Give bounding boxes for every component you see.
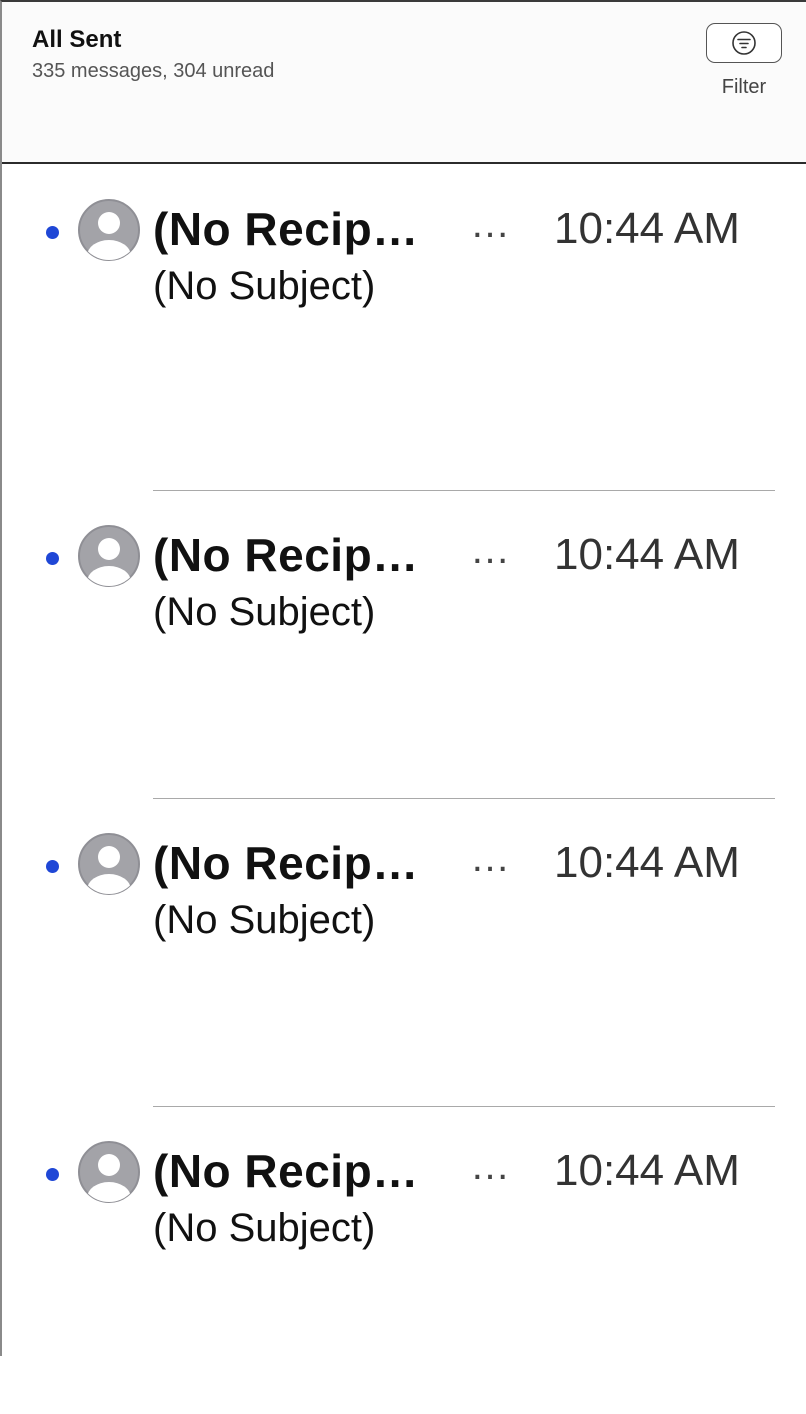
row-divider — [153, 490, 775, 491]
filter-icon — [732, 31, 756, 55]
message-time: 10:44 AM — [554, 204, 740, 253]
mail-list-pane: All Sent 335 messages, 304 unread Filter — [0, 0, 806, 1356]
message-count: 335 messages, 304 unread — [32, 60, 275, 82]
message-row[interactable]: (No Recip… … 10:44 AM (No Subject) — [2, 164, 806, 472]
unread-indicator — [46, 226, 59, 239]
message-time: 10:44 AM — [554, 838, 740, 887]
mailbox-title: All Sent — [32, 26, 122, 53]
message-row[interactable]: (No Recip… … 10:44 AM (No Subject) — [2, 798, 806, 1106]
unread-indicator — [46, 1168, 59, 1181]
recipient-name: (No Recip… — [153, 529, 419, 581]
message-subject: (No Subject) — [153, 590, 376, 634]
person-avatar-icon — [78, 199, 140, 261]
message-row[interactable]: (No Recip… … 10:44 AM (No Subject) — [2, 1106, 806, 1414]
more-indicator: … — [470, 836, 512, 880]
row-divider — [153, 1106, 775, 1107]
message-time: 10:44 AM — [554, 530, 740, 579]
person-avatar-icon — [78, 525, 140, 587]
message-subject: (No Subject) — [153, 1206, 376, 1250]
row-divider — [153, 798, 775, 799]
person-avatar-icon — [78, 833, 140, 895]
more-indicator: … — [470, 1144, 512, 1188]
message-subject: (No Subject) — [153, 898, 376, 942]
more-indicator: … — [470, 528, 512, 572]
filter-label[interactable]: Filter — [706, 76, 782, 99]
person-avatar-icon — [78, 1141, 140, 1203]
message-row[interactable]: (No Recip… … 10:44 AM (No Subject) — [2, 490, 806, 798]
more-indicator: … — [470, 202, 512, 246]
recipient-name: (No Recip… — [153, 203, 419, 255]
unread-indicator — [46, 860, 59, 873]
recipient-name: (No Recip… — [153, 1145, 419, 1197]
message-subject: (No Subject) — [153, 264, 376, 308]
message-time: 10:44 AM — [554, 1146, 740, 1195]
recipient-name: (No Recip… — [153, 837, 419, 889]
unread-indicator — [46, 552, 59, 565]
list-header: All Sent 335 messages, 304 unread Filter — [2, 2, 806, 164]
filter-button[interactable] — [706, 23, 782, 63]
